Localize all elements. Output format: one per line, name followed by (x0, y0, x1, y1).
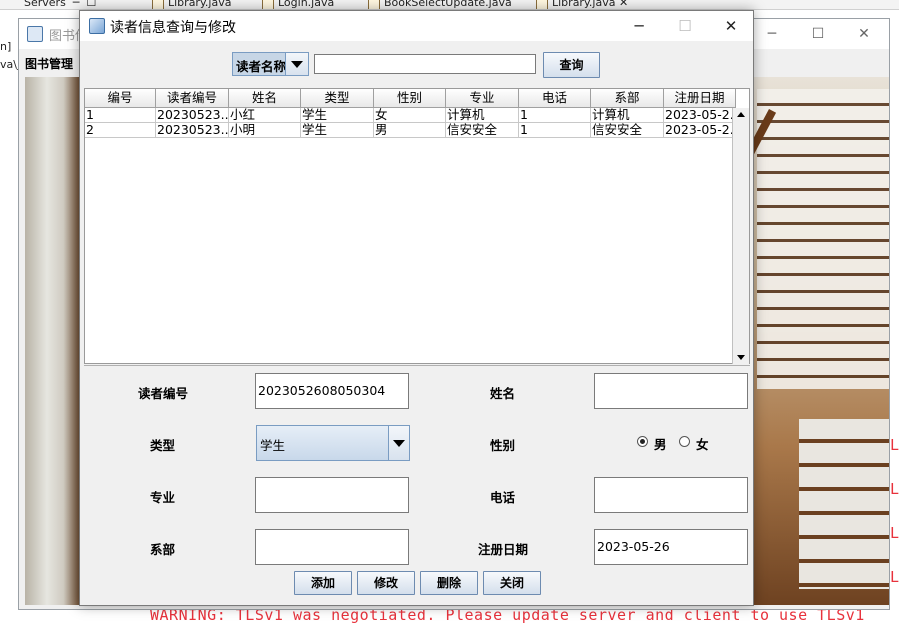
table-cell[interactable]: 1 (519, 123, 591, 138)
type-select[interactable]: 学生 (256, 425, 410, 461)
add-button[interactable]: 添加 (294, 571, 352, 595)
search-field-selected: 读者名称 (236, 59, 287, 74)
java-file-icon (536, 0, 548, 9)
delete-button[interactable]: 删除 (420, 571, 478, 595)
table-row[interactable]: 1 20230523... 小红 学生 女 计算机 1 计算机 2023-05-… (85, 108, 736, 123)
menu-book-management[interactable]: 图书管理 (25, 55, 73, 72)
table-cell[interactable]: 1 (519, 108, 591, 123)
ide-editor-gutter: n] va\j (0, 10, 20, 618)
table-cell[interactable]: 计算机 (446, 108, 519, 123)
dialog-title: 读者信息查询与修改 (110, 20, 236, 36)
bookshelf-decoration (757, 89, 889, 389)
reader-id-label: 读者编号 (138, 386, 189, 401)
register-date-label: 注册日期 (478, 542, 529, 557)
modify-button[interactable]: 修改 (357, 571, 415, 595)
ide-text-fragment: n] (0, 40, 12, 53)
ide-tab-bookselect[interactable]: BookSelectUpdate.java (368, 0, 512, 9)
ide-tab-servers[interactable]: Servers ─ ☐ (24, 0, 96, 9)
scroll-down-icon[interactable] (737, 355, 745, 360)
ide-tab-library-2[interactable]: Library.java ✕ (536, 0, 628, 9)
table-cell[interactable]: 20230523... (156, 123, 229, 138)
table-cell[interactable]: 20230523... (156, 108, 229, 123)
table-cell[interactable]: 1 (85, 108, 156, 123)
table-cell[interactable]: 学生 (301, 108, 374, 123)
dialog-close-button[interactable]: ✕ (708, 11, 754, 41)
type-selected: 学生 (260, 438, 286, 453)
column-header[interactable]: 姓名 (229, 89, 301, 108)
department-label: 系部 (150, 542, 176, 557)
main-minimize-button[interactable]: ─ (749, 19, 795, 49)
java-file-icon (152, 0, 164, 9)
gender-label: 性别 (490, 438, 516, 453)
console-error-marker: L (890, 524, 899, 542)
column-header[interactable]: 注册日期 (664, 89, 736, 108)
table-vertical-scrollbar[interactable] (732, 108, 749, 364)
java-file-icon (262, 0, 274, 9)
dialog-minimize-button[interactable]: ─ (616, 11, 662, 41)
table-cell[interactable]: 男 (374, 123, 446, 138)
table-cell[interactable]: 2023-05-2... (664, 108, 736, 123)
column-header[interactable]: 专业 (446, 89, 519, 108)
console-error-marker: L (890, 480, 899, 498)
console-error-marker: L (890, 436, 899, 454)
close-button[interactable]: 关闭 (483, 571, 541, 595)
table-cell[interactable]: 信安安全 (446, 123, 519, 138)
java-app-icon (89, 18, 105, 34)
search-input[interactable] (314, 54, 536, 74)
scroll-up-icon[interactable] (737, 112, 745, 117)
table-cell[interactable]: 2023-05-2... (664, 123, 736, 138)
reader-id-field[interactable]: 2023052608050304 (255, 373, 409, 409)
table-cell[interactable]: 2 (85, 123, 156, 138)
dialog-maximize-button: ☐ (678, 17, 692, 35)
ide-tab-bar: Servers ─ ☐ Library.java Login.java Book… (0, 0, 899, 10)
gender-male-radio[interactable] (637, 436, 648, 447)
department-field[interactable] (255, 529, 409, 565)
dialog-titlebar[interactable]: 读者信息查询与修改 ─ ☐ ✕ (80, 11, 753, 41)
query-button[interactable]: 查询 (543, 52, 600, 78)
table-cell[interactable]: 小明 (229, 123, 301, 138)
chevron-down-icon[interactable] (285, 53, 308, 75)
phone-label: 电话 (490, 490, 516, 505)
ide-tab-library[interactable]: Library.java (152, 0, 231, 9)
reader-table: 编号 读者编号 姓名 类型 性别 专业 电话 系部 注册日期 1 2023052… (84, 88, 750, 364)
column-header[interactable]: 读者编号 (156, 89, 229, 108)
gender-female-label[interactable]: 女 (696, 434, 709, 453)
main-close-button[interactable]: ✕ (841, 19, 887, 49)
app-icon (27, 26, 43, 42)
table-cell[interactable]: 小红 (229, 108, 301, 123)
divider (84, 365, 750, 366)
table-row[interactable]: 2 20230523... 小明 学生 男 信安安全 1 信安安全 2023-0… (85, 123, 736, 138)
java-file-icon (368, 0, 380, 9)
name-field[interactable] (594, 373, 748, 409)
major-label: 专业 (150, 490, 176, 505)
table-cell[interactable]: 学生 (301, 123, 374, 138)
gender-female-radio[interactable] (679, 436, 690, 447)
table-cell[interactable]: 信安安全 (591, 123, 664, 138)
table-cell[interactable]: 计算机 (591, 108, 664, 123)
table-header: 编号 读者编号 姓名 类型 性别 专业 电话 系部 注册日期 (85, 89, 736, 108)
reader-query-dialog: 读者信息查询与修改 ─ ☐ ✕ 读者名称 查询 编号 读者编号 姓名 类型 性别… (79, 10, 754, 606)
column-header[interactable]: 系部 (591, 89, 664, 108)
type-label: 类型 (150, 438, 176, 453)
table-cell[interactable]: 女 (374, 108, 446, 123)
column-header[interactable]: 电话 (519, 89, 591, 108)
chevron-down-icon[interactable] (388, 426, 409, 460)
column-header[interactable]: 性别 (374, 89, 446, 108)
search-field-select[interactable]: 读者名称 (232, 52, 309, 76)
phone-field[interactable] (594, 477, 748, 513)
ide-text-fragment: va\j (0, 58, 21, 71)
library-background-image-left (25, 77, 80, 605)
main-maximize-button[interactable]: ☐ (795, 19, 841, 49)
gender-male-label[interactable]: 男 (654, 434, 667, 453)
major-field[interactable] (255, 477, 409, 513)
ide-tab-login[interactable]: Login.java (262, 0, 334, 9)
register-date-field[interactable]: 2023-05-26 (594, 529, 748, 565)
name-label: 姓名 (490, 386, 516, 401)
bookshelf-decoration (799, 419, 889, 589)
column-header[interactable]: 类型 (301, 89, 374, 108)
column-header[interactable]: 编号 (85, 89, 156, 108)
console-error-marker: L (890, 568, 899, 586)
